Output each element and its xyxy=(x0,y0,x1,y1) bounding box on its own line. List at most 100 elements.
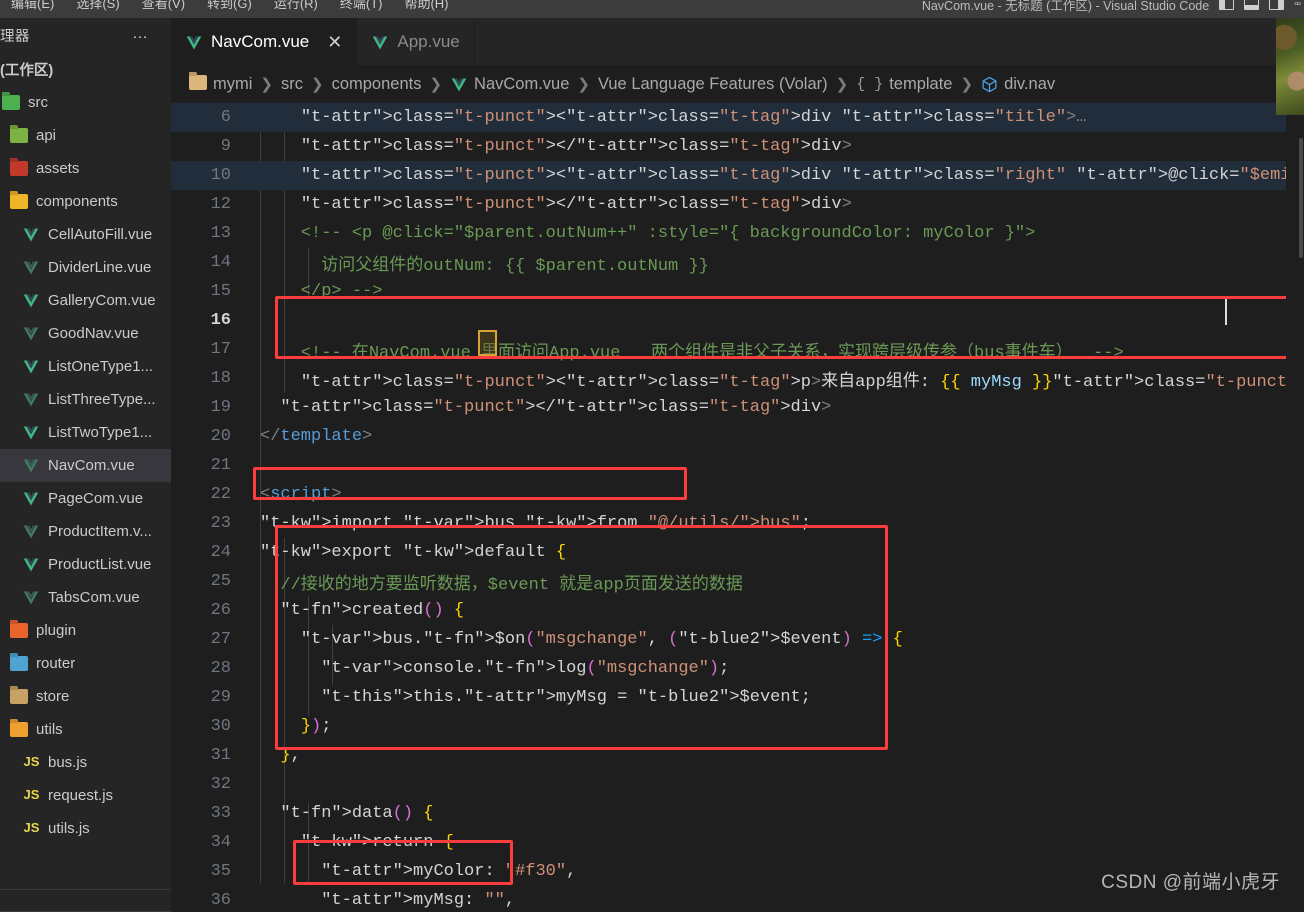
breadcrumb-item-vue-language-features--volar-[interactable]: Vue Language Features (Volar) xyxy=(598,75,828,94)
code-line[interactable]: 28 "t-var">console."t-fn">log("msgchange… xyxy=(171,654,1304,683)
explorer-header: 理器 … xyxy=(0,18,171,53)
breadcrumb-item-label: Vue Language Features (Volar) xyxy=(597,74,828,93)
breadcrumb-item-components[interactable]: components xyxy=(332,75,422,94)
menu-item-run[interactable]: 运行(R) xyxy=(263,0,329,17)
file-tree[interactable]: src api assets components CellAutoFill.vue Di… xyxy=(0,86,171,881)
code-line[interactable]: 30 }); xyxy=(171,712,1304,741)
code-line[interactable]: 22 <script> xyxy=(171,480,1304,509)
file-tree-item-goodnav-vue[interactable]: GoodNav.vue xyxy=(0,317,171,350)
vue-file-icon xyxy=(22,456,41,475)
file-tree-item-productlist-vue[interactable]: ProductList.vue xyxy=(0,548,171,581)
code-line[interactable]: 19 "t-attr">class="t-punct"></"t-attr">c… xyxy=(171,393,1304,422)
code-line[interactable]: 16 xyxy=(171,306,1304,335)
code-line[interactable]: 9 "t-attr">class="t-punct"></"t-attr">cl… xyxy=(171,132,1304,161)
menu-bar-items: 编辑(E) 选择(S) 查看(V) 转到(G) 运行(R) 终端(T) 帮助(H… xyxy=(0,0,460,17)
menu-item-goto[interactable]: 转到(G) xyxy=(196,0,263,17)
code-line-text: "t-attr">class="t-punct"></"t-attr">clas… xyxy=(280,398,832,417)
file-tree-item-dividerline-vue[interactable]: DividerLine.vue xyxy=(0,251,171,284)
minimap[interactable] xyxy=(1286,18,1304,912)
code-line[interactable]: 6 "t-attr">class="t-punct"><"t-attr">cla… xyxy=(171,103,1304,132)
vue-file-icon xyxy=(185,33,203,51)
menu-item-terminal[interactable]: 终端(T) xyxy=(329,0,394,17)
folder-assets-icon xyxy=(10,159,29,178)
file-tree-item-navcom-vue[interactable]: NavCom.vue xyxy=(0,449,171,482)
file-tree-item-pagecom-vue[interactable]: PageCom.vue xyxy=(0,482,171,515)
code-line[interactable]: 14 访问父组件的outNum: {{ $parent.outNum }} xyxy=(171,248,1304,277)
code-line[interactable]: 27 "t-var">bus."t-fn">$on("msgchange", (… xyxy=(171,625,1304,654)
vue-file-icon xyxy=(22,357,41,376)
layout-icon[interactable]: ▫▫ xyxy=(1294,0,1301,10)
code-line[interactable]: 31 }, xyxy=(171,741,1304,770)
code-line[interactable]: 13 <!-- <p @click="$parent.outNum++" :st… xyxy=(171,219,1304,248)
code-line[interactable]: 21 xyxy=(171,451,1304,480)
code-line[interactable]: 23 "t-kw">import "t-var">bus "t-kw">from … xyxy=(171,509,1304,538)
file-tree-item-listonetype1---[interactable]: ListOneType1... xyxy=(0,350,171,383)
code-line[interactable]: 12 "t-attr">class="t-punct"></"t-attr">c… xyxy=(171,190,1304,219)
code-line[interactable]: 25 //接收的地方要监听数据，$event 就是app页面发送的数据 xyxy=(171,567,1304,596)
file-tree-item-tabscom-vue[interactable]: TabsCom.vue xyxy=(0,581,171,614)
workspace-section-header[interactable]: (工作区) xyxy=(0,53,171,86)
code-line-text: "t-fn">created() { xyxy=(280,601,465,620)
code-editor[interactable]: 6 "t-attr">class="t-punct"><"t-attr">cla… xyxy=(171,103,1304,912)
breadcrumb-item-template[interactable]: { } template xyxy=(856,75,952,94)
file-tree-item-listtwotype1---[interactable]: ListTwoType1... xyxy=(0,416,171,449)
code-line-text: </template> xyxy=(260,427,373,446)
breadcrumb-item-label: components xyxy=(331,74,422,93)
editor-tab-bar[interactable]: NavCom.vue ✕ App.vue xyxy=(171,18,1304,65)
file-tree-item-cellautofill-vue[interactable]: CellAutoFill.vue xyxy=(0,218,171,251)
breadcrumb-item-mymi[interactable]: mymi xyxy=(189,73,252,95)
code-line[interactable]: 29 "t-this">this."t-attr">myMsg = "t-blu… xyxy=(171,683,1304,712)
editor-tab-navcom-vue[interactable]: NavCom.vue ✕ xyxy=(171,18,358,65)
code-line[interactable]: 26 "t-fn">created() { xyxy=(171,596,1304,625)
file-tree-item-label: ProductList.vue xyxy=(48,556,152,573)
code-line[interactable]: 20 </template> xyxy=(171,422,1304,451)
vue-file-icon xyxy=(22,291,41,310)
code-line-text: "t-attr">class="t-punct"><"t-attr">class… xyxy=(300,108,1087,127)
menu-item-view[interactable]: 查看(V) xyxy=(131,0,196,17)
panel-left-icon[interactable] xyxy=(1219,0,1235,10)
file-tree-item-plugin[interactable]: plugin xyxy=(0,614,171,647)
file-tree-item-label: TabsCom.vue xyxy=(48,589,140,606)
file-tree-item-productitem-v---[interactable]: ProductItem.v... xyxy=(0,515,171,548)
menu-item-edit[interactable]: 编辑(E) xyxy=(0,0,65,17)
code-line[interactable]: 10 "t-attr">class="t-punct"><"t-attr">cl… xyxy=(171,161,1304,190)
file-tree-item-label: GoodNav.vue xyxy=(48,325,139,342)
panel-right-icon[interactable] xyxy=(1269,0,1285,10)
file-tree-item-assets[interactable]: assets xyxy=(0,152,171,185)
code-lines[interactable]: 6 "t-attr">class="t-punct"><"t-attr">cla… xyxy=(171,103,1304,912)
file-tree-item-components[interactable]: components xyxy=(0,185,171,218)
line-number: 27 xyxy=(210,630,231,649)
code-line-text: "t-var">console."t-fn">log("msgchange"); xyxy=(321,659,730,678)
file-tree-item-label: request.js xyxy=(48,787,114,804)
code-line[interactable]: 17 <!-- 在NavCom.vue 里面访问App.vue 两个组件是非父子… xyxy=(171,335,1304,364)
file-tree-item-utils[interactable]: utils xyxy=(0,713,171,746)
breadcrumb-item-div-nav[interactable]: div.nav xyxy=(981,75,1055,94)
file-tree-item-bus-js[interactable]: JS bus.js xyxy=(0,746,171,779)
more-actions-icon[interactable]: … xyxy=(132,26,149,42)
line-number: 15 xyxy=(210,282,231,301)
breadcrumb-item-navcom-vue[interactable]: NavCom.vue xyxy=(450,75,569,94)
file-tree-item-gallerycom-vue[interactable]: GalleryCom.vue xyxy=(0,284,171,317)
file-tree-item-src[interactable]: src xyxy=(0,86,171,119)
code-line[interactable]: 32 xyxy=(171,770,1304,799)
file-tree-item-api[interactable]: api xyxy=(0,119,171,152)
file-tree-item-router[interactable]: router xyxy=(0,647,171,680)
breadcrumb[interactable]: mymi ❯ src ❯ components ❯ NavCom.vue ❯ Vue Langu… xyxy=(171,65,1304,103)
editor-scrollbar[interactable] xyxy=(1299,138,1303,258)
breadcrumb-item-src[interactable]: src xyxy=(281,75,303,94)
panel-bottom-icon[interactable] xyxy=(1244,0,1260,10)
line-number: 16 xyxy=(210,311,231,330)
code-line[interactable]: 15 </p> --> xyxy=(171,277,1304,306)
editor-tab-app-vue[interactable]: App.vue xyxy=(357,18,475,65)
file-tree-item-request-js[interactable]: JS request.js xyxy=(0,779,171,812)
file-tree-item-store[interactable]: store xyxy=(0,680,171,713)
close-icon[interactable]: ✕ xyxy=(327,33,342,51)
file-tree-item-utils-js[interactable]: JS utils.js xyxy=(0,812,171,845)
menu-item-help[interactable]: 帮助(H) xyxy=(393,0,459,17)
code-line[interactable]: 24 "t-kw">export "t-kw">default { xyxy=(171,538,1304,567)
menu-item-select[interactable]: 选择(S) xyxy=(65,0,130,17)
code-line[interactable]: 33 "t-fn">data() { xyxy=(171,799,1304,828)
code-line[interactable]: 34 "t-kw">return { xyxy=(171,828,1304,857)
file-tree-item-listthreetype---[interactable]: ListThreeType... xyxy=(0,383,171,416)
code-line[interactable]: 18 "t-attr">class="t-punct"><"t-attr">cl… xyxy=(171,364,1304,393)
